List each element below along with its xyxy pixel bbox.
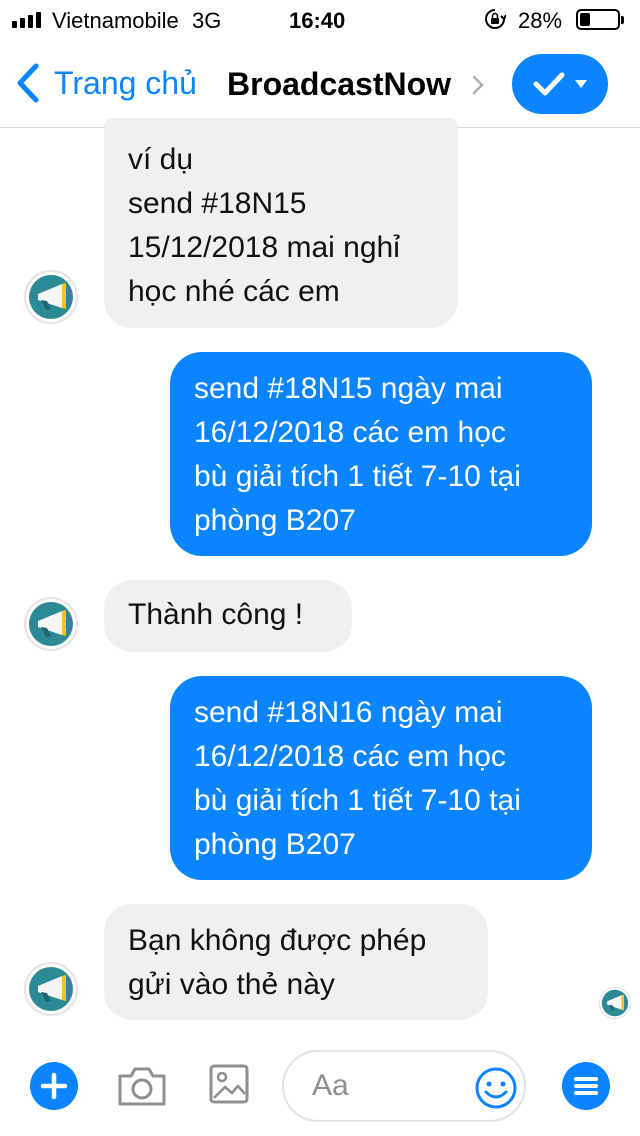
bot-avatar[interactable]	[24, 270, 78, 324]
battery-fill	[580, 13, 590, 26]
message-line: ví dụ	[128, 143, 194, 176]
megaphone-icon	[601, 989, 629, 1017]
gallery-icon[interactable]	[208, 1060, 250, 1108]
message-composer	[0, 1040, 640, 1136]
message-line: phòng B207	[194, 828, 356, 861]
back-button[interactable]: Trang chủ	[14, 62, 197, 104]
carrier-name: Vietnamobile	[52, 8, 179, 33]
menu-icon	[574, 1077, 598, 1095]
message-line: send #18N16 ngày mai	[194, 696, 503, 729]
orientation-lock-icon	[485, 9, 506, 29]
clock: 16:40	[289, 8, 346, 33]
bot-avatar[interactable]	[24, 962, 78, 1016]
back-chevron-icon	[17, 63, 39, 103]
status-dropdown-button[interactable]	[512, 54, 608, 114]
message-field[interactable]	[282, 1050, 526, 1122]
megaphone-icon	[29, 967, 73, 1011]
camera-icon[interactable]	[116, 1062, 168, 1110]
message-line: học nhé các em	[128, 275, 340, 308]
message-line: 16/12/2018 các em học	[194, 740, 506, 773]
back-label: Trang chủ	[54, 64, 197, 101]
seen-indicator-avatar	[599, 987, 631, 1019]
message-line: gửi vào thẻ này	[128, 968, 335, 1001]
menu-button[interactable]	[562, 1062, 610, 1110]
message-bubble-bot[interactable]: ví dụ send #18N15 15/12/2018 mai nghỉ họ…	[104, 118, 458, 328]
status-bar: Vietnamobile 3G 16:40 28%	[0, 0, 640, 40]
bot-avatar[interactable]	[24, 597, 78, 651]
plus-icon	[40, 1072, 68, 1100]
caret-down-icon	[575, 80, 587, 88]
message-line: phòng B207	[194, 504, 356, 537]
message-line: 15/12/2018 mai nghỉ	[128, 231, 400, 264]
message-line: bù giải tích 1 tiết 7-10 tại	[194, 784, 521, 817]
message-line: Bạn không được phép	[128, 924, 427, 957]
battery-percent: 28%	[518, 8, 563, 33]
add-button[interactable]	[30, 1062, 78, 1110]
message-bubble-me[interactable]: send #18N15 ngày mai 16/12/2018 các em h…	[170, 352, 592, 556]
signal-icon	[12, 12, 41, 28]
message-bubble-bot[interactable]: Thành công !	[104, 580, 352, 652]
battery-icon	[576, 9, 624, 30]
message-line: send #18N15 ngày mai	[194, 372, 503, 405]
message-line: send #18N15	[128, 187, 307, 220]
chevron-right-icon[interactable]	[470, 74, 486, 96]
megaphone-icon	[29, 602, 73, 646]
megaphone-icon	[29, 275, 73, 319]
conversation-header: Trang chủ BroadcastNow	[0, 40, 640, 128]
checkmark-icon	[533, 72, 565, 96]
message-input[interactable]	[312, 1066, 462, 1106]
message-line: 16/12/2018 các em học	[194, 416, 506, 449]
message-bubble-bot[interactable]: Bạn không được phép gửi vào thẻ này	[104, 904, 488, 1020]
message-line: Thành công !	[128, 598, 304, 631]
emoji-icon[interactable]	[474, 1066, 518, 1110]
message-bubble-me[interactable]: send #18N16 ngày mai 16/12/2018 các em h…	[170, 676, 592, 880]
message-line: bù giải tích 1 tiết 7-10 tại	[194, 460, 521, 493]
network-type: 3G	[192, 8, 222, 33]
conversation-title[interactable]: BroadcastNow	[227, 66, 451, 103]
